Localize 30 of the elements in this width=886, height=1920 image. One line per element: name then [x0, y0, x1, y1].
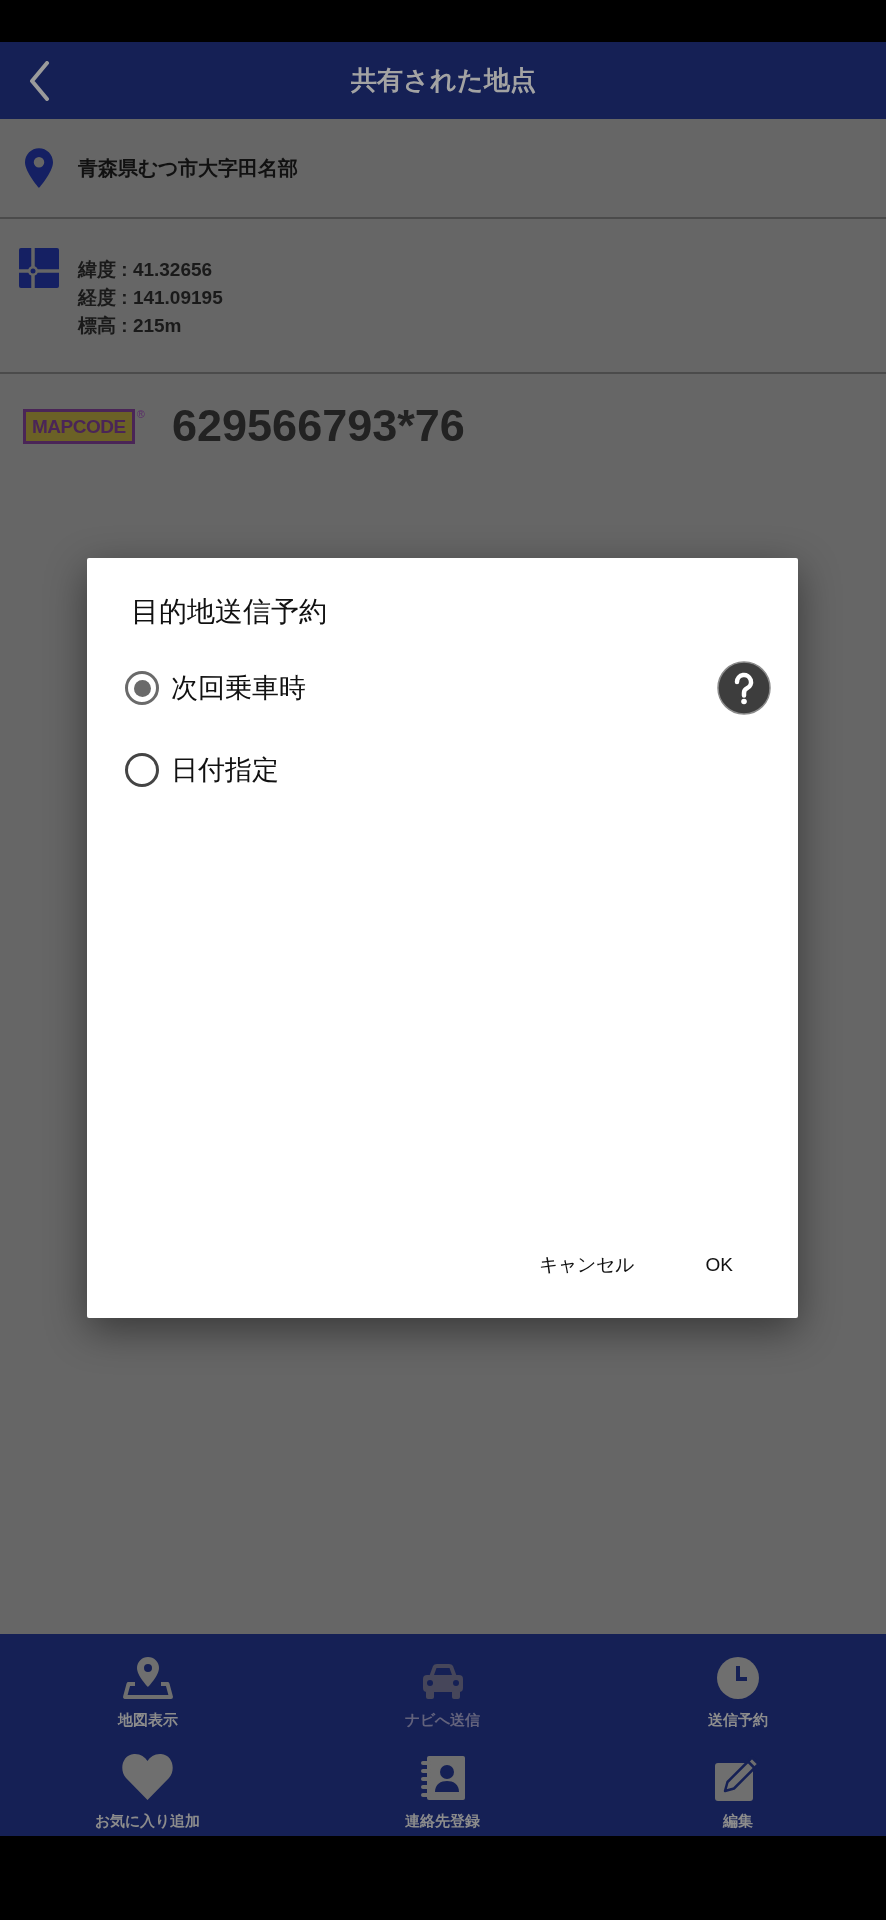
nav-item[interactable]: お気に入り追加	[0, 1735, 296, 1836]
nav-item[interactable]: 地図表示	[0, 1634, 296, 1735]
radio-button[interactable]	[125, 671, 159, 705]
radio-button[interactable]	[125, 753, 159, 787]
nav-item[interactable]: 編集	[590, 1735, 886, 1836]
coordinate-text: 緯度 : 41.32656	[78, 258, 214, 282]
dialog-title: 目的地送信予約	[131, 595, 327, 629]
option-label[interactable]: 日付指定	[171, 749, 279, 791]
map-pin-icon	[121, 1656, 174, 1700]
dialog-button[interactable]: OK	[685, 1241, 753, 1289]
map-grid-icon	[19, 248, 59, 288]
car-icon	[421, 1662, 465, 1700]
help-icon	[717, 661, 771, 715]
registered-mark: ®	[136, 408, 145, 420]
help-button[interactable]	[717, 661, 771, 715]
nav-item[interactable]: 連絡先登録	[295, 1735, 591, 1836]
contact-book-icon	[421, 1755, 465, 1801]
clock-icon	[716, 1656, 761, 1700]
option-label[interactable]: 次回乗車時	[171, 667, 306, 709]
address-text: 青森県むつ市大字田名部	[78, 156, 298, 181]
coordinate-text: 標高 : 215m	[78, 314, 183, 338]
coordinate-text: 経度 : 141.09195	[78, 286, 223, 310]
mapcode-number: 629566793*76	[172, 399, 465, 454]
heart-icon	[121, 1751, 175, 1801]
back-chevron-icon	[28, 60, 50, 101]
location-pin-icon	[25, 148, 53, 188]
nav-item[interactable]: 送信予約	[590, 1634, 886, 1735]
logo: MAPCODE	[23, 408, 135, 444]
header-title: 共有された地点	[349, 64, 537, 97]
dialog-button[interactable]: キャンセル	[518, 1241, 654, 1289]
